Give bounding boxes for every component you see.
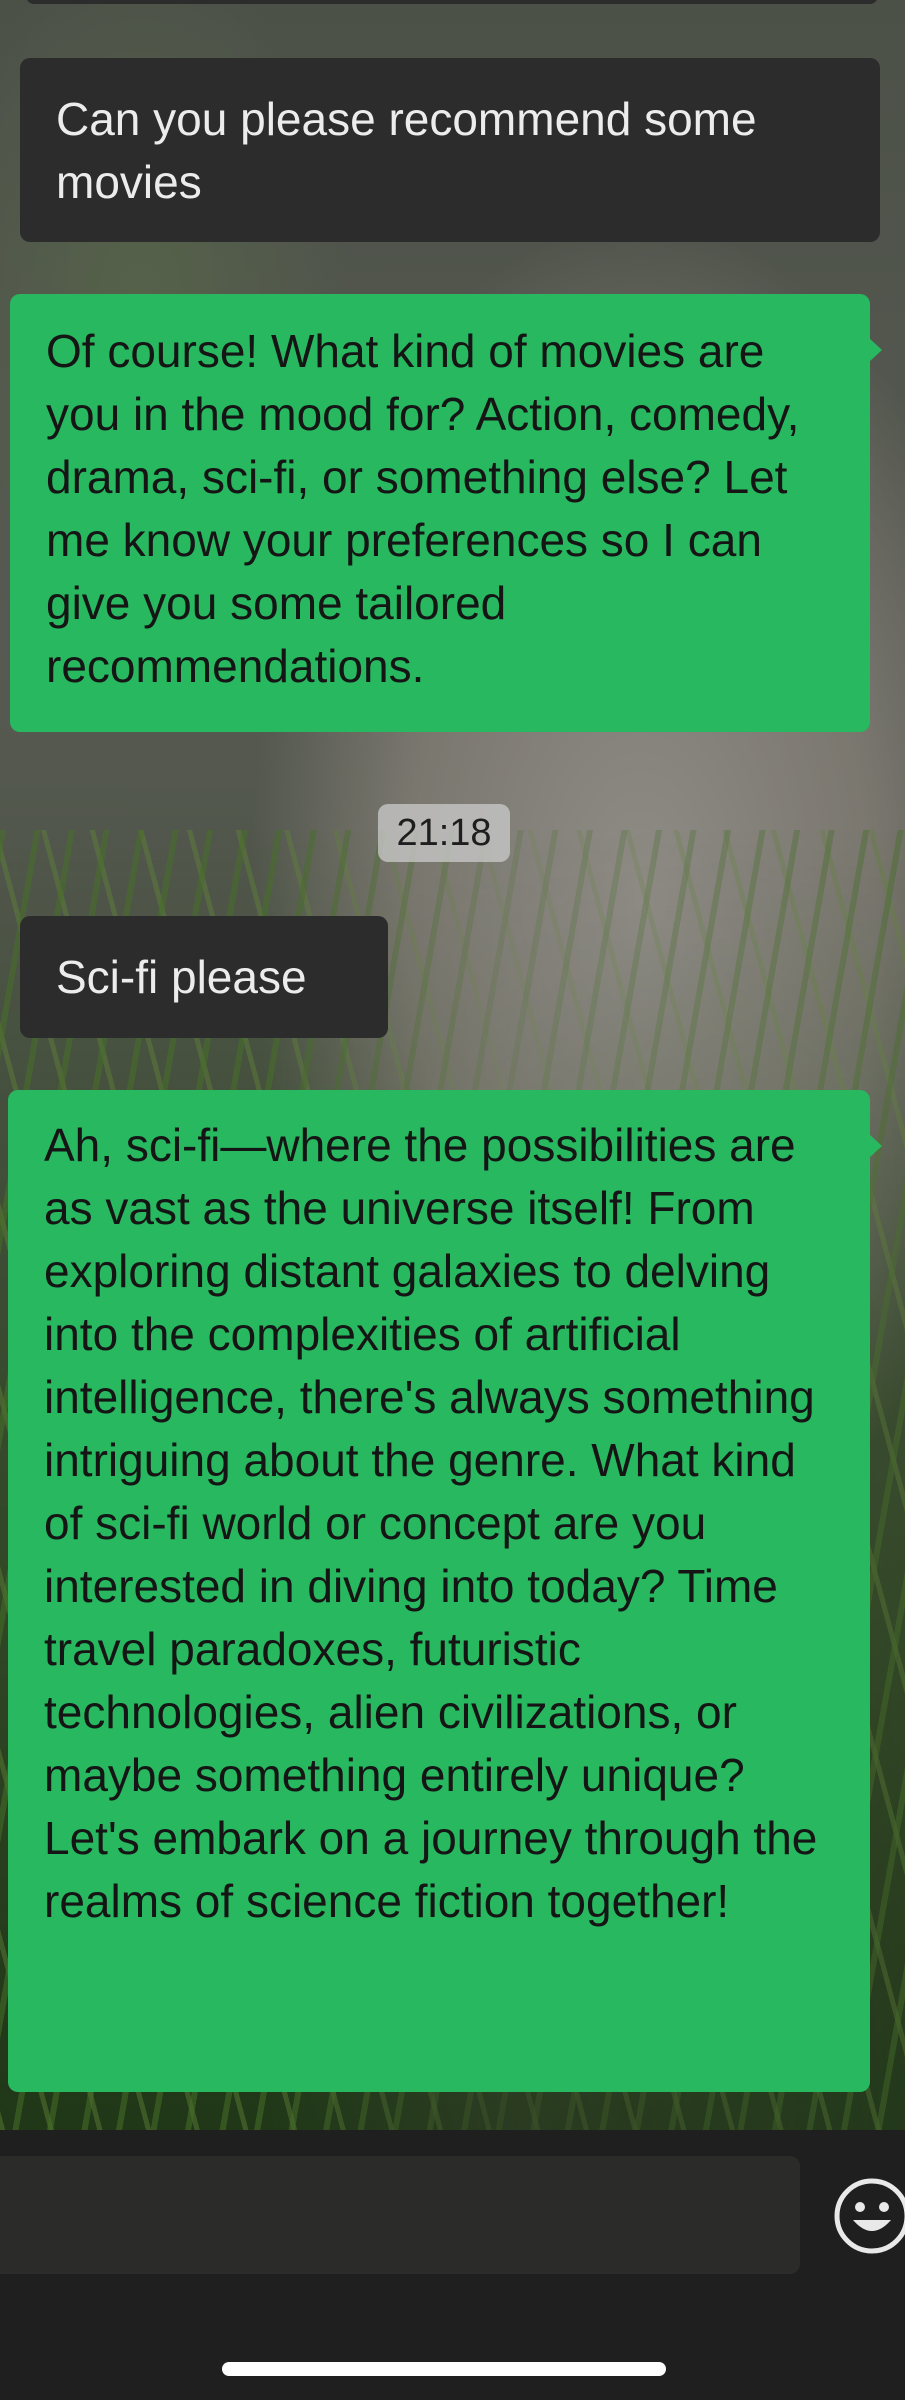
message-bubble-received[interactable]: Ah, sci-fi—where the possibilities are a… — [8, 1090, 882, 2092]
message-timestamp: 21:18 — [378, 804, 510, 862]
previous-message-bubble[interactable] — [26, 0, 878, 4]
smiley-face-icon[interactable] — [832, 2176, 905, 2256]
message-bubble-sent[interactable]: Sci-fi please — [20, 916, 388, 1038]
message-input[interactable] — [0, 2156, 800, 2274]
message-bubble-received[interactable]: Of course! What kind of movies are you i… — [10, 294, 882, 732]
home-indicator[interactable] — [222, 2362, 666, 2376]
message-bubble-sent[interactable]: Can you please recommend some movies — [20, 58, 880, 242]
composer-bar — [0, 2130, 905, 2400]
